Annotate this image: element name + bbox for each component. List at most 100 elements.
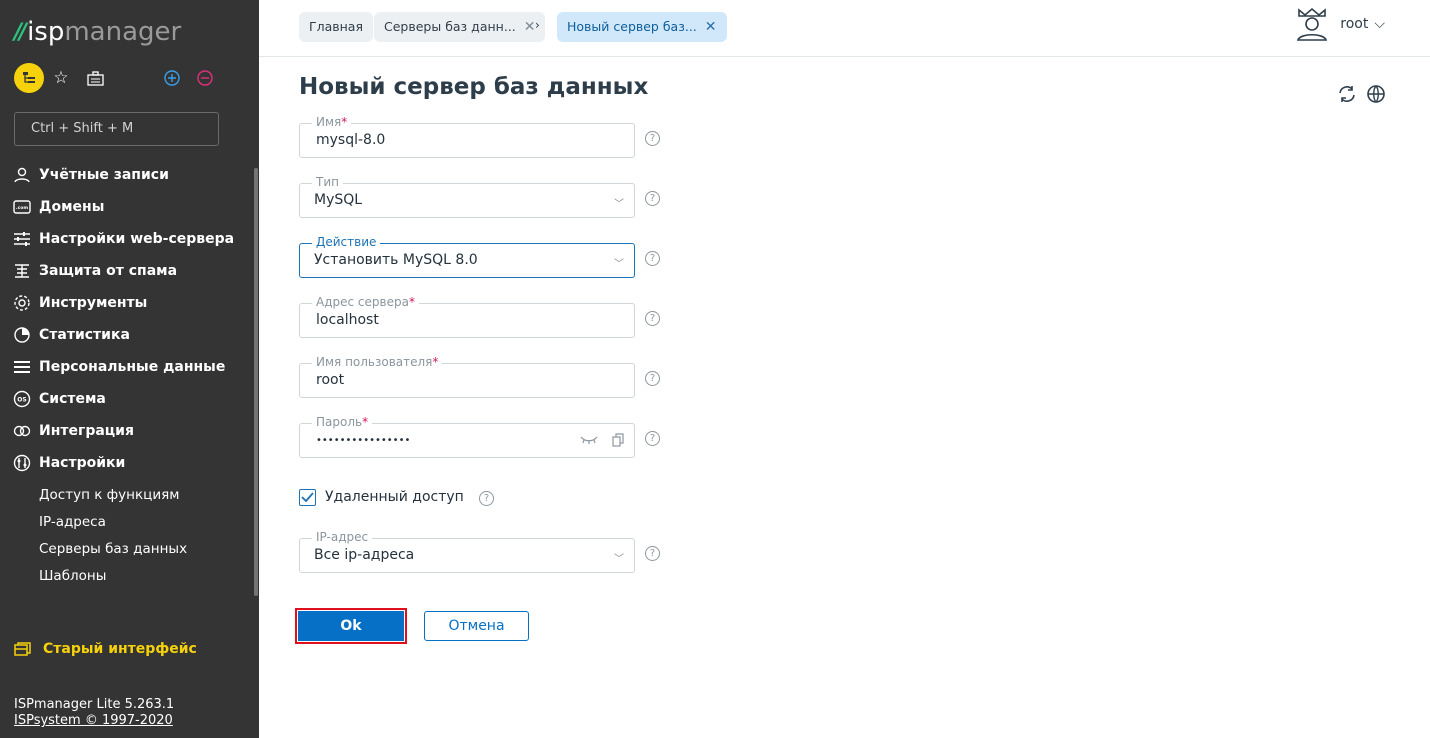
settings-icon: [13, 454, 31, 472]
globe-icon[interactable]: [1366, 84, 1386, 104]
type-select[interactable]: Тип MySQL ﹀: [299, 175, 635, 218]
sidebar-item-spam[interactable]: Защита от спама: [13, 255, 249, 287]
sidebar-subitem-templates[interactable]: Шаблоны: [13, 563, 249, 590]
gear-icon: [14, 295, 30, 311]
page-title: Новый сервер баз данных: [299, 74, 649, 100]
help-icon[interactable]: ?: [645, 251, 660, 266]
sidebar-item-accounts[interactable]: Учётные записи: [13, 159, 249, 191]
sidebar-search-input[interactable]: Ctrl + Shift + M: [14, 112, 219, 146]
domain-icon: .com: [13, 200, 31, 214]
close-icon[interactable]: ✕: [524, 12, 536, 42]
name-field[interactable]: Имя* mysql-8.0: [299, 115, 635, 158]
chevron-down-icon: ⌵: [1374, 16, 1385, 32]
svg-text:.com: .com: [16, 206, 28, 211]
logo-mark-icon: //: [14, 19, 27, 45]
server-address-field[interactable]: Адрес сервера* localhost: [299, 295, 635, 338]
chevron-down-icon: ﹀: [614, 259, 624, 270]
add-circle-icon[interactable]: [157, 63, 187, 93]
password-field[interactable]: Пароль* ••••••••••••••••: [299, 415, 635, 458]
sidebar-subitem-func-access[interactable]: Доступ к функциям: [13, 482, 249, 509]
ip-address-value: Все ip-адреса: [314, 547, 415, 563]
sidebar-item-label: Система: [39, 391, 106, 407]
sidebar: // isp manager ☆ Ctrl + Shift + M Учётные…: [0, 0, 259, 738]
spam-filter-icon: [15, 264, 29, 278]
version-text: ISPmanager Lite 5.263.1: [14, 697, 175, 712]
eye-closed-icon[interactable]: [580, 433, 598, 445]
topbar: Главная Серверы баз данн... ✕ › Новый сер…: [259, 0, 1430, 57]
sitemap-icon[interactable]: [14, 63, 44, 93]
name-label: Имя*: [312, 115, 352, 130]
help-icon[interactable]: ?: [645, 131, 660, 146]
chevron-right-icon: ›: [535, 18, 540, 32]
username-label: Имя пользователя*: [312, 355, 443, 370]
sidebar-item-stats[interactable]: Статистика: [13, 319, 249, 351]
help-icon[interactable]: ?: [479, 491, 494, 506]
sidebar-item-personal[interactable]: Персональные данные: [13, 351, 249, 383]
sidebar-item-settings[interactable]: Настройки: [13, 447, 249, 479]
help-icon[interactable]: ?: [645, 311, 660, 326]
close-icon[interactable]: ✕: [705, 12, 717, 42]
tab-home[interactable]: Главная: [299, 12, 373, 42]
sidebar-item-label: Инструменты: [39, 295, 148, 311]
action-value: Установить MySQL 8.0: [314, 252, 478, 268]
ok-button-label: Ok: [298, 611, 404, 641]
sidebar-item-domains[interactable]: .com Домены: [13, 191, 249, 223]
tab-new-db-server[interactable]: Новый сервер баз... ✕: [557, 12, 727, 42]
user-menu[interactable]: root ⌵: [1294, 6, 1385, 42]
version-info: ISPmanager Lite 5.263.1 ISPsystem © 1997…: [14, 697, 174, 729]
sidebar-item-label: Учётные записи: [39, 167, 169, 183]
name-value: mysql-8.0: [316, 132, 386, 148]
sidebar-item-label: Интеграция: [39, 423, 134, 439]
sidebar-item-integration[interactable]: Интеграция: [13, 415, 249, 447]
tab-db-servers[interactable]: Серверы баз данн... ✕: [374, 12, 546, 42]
help-icon[interactable]: ?: [645, 546, 660, 561]
type-value: MySQL: [314, 192, 363, 208]
refresh-icon[interactable]: [1337, 84, 1357, 104]
sidebar-item-system[interactable]: OS Система: [13, 383, 249, 415]
sidebar-item-label: Настройки: [39, 455, 126, 471]
username-value: root: [316, 372, 345, 388]
remove-circle-icon[interactable]: [190, 63, 220, 93]
logo[interactable]: // isp manager: [14, 16, 181, 48]
tab-label: Главная: [309, 19, 363, 34]
sidebar-subitem-ip[interactable]: IP-адреса: [13, 509, 249, 536]
server-address-label: Адрес сервера*: [312, 295, 419, 310]
sidebar-item-label: Статистика: [39, 327, 130, 343]
sidebar-item-webserver[interactable]: Настройки web-сервера: [13, 223, 249, 255]
os-icon: OS: [13, 390, 31, 408]
help-icon[interactable]: ?: [645, 431, 660, 446]
old-interface-link[interactable]: Старый интерфейс: [14, 641, 197, 657]
password-value: ••••••••••••••••: [316, 435, 411, 446]
action-select[interactable]: Действие Установить MySQL 8.0 ﹀: [299, 235, 635, 278]
sidebar-subitem-db-servers[interactable]: Серверы баз данных: [13, 536, 249, 563]
chevron-down-icon: ﹀: [614, 554, 624, 565]
copy-icon[interactable]: [612, 433, 624, 447]
briefcase-icon[interactable]: [80, 63, 110, 93]
checkmark-icon: [301, 492, 314, 503]
help-icon[interactable]: ?: [645, 191, 660, 206]
copyright-link[interactable]: ISPsystem © 1997-2020: [14, 713, 174, 729]
old-interface-label: Старый интерфейс: [43, 641, 197, 657]
tab-label: Новый сервер баз...: [567, 19, 697, 34]
ok-button[interactable]: Ok: [295, 608, 407, 644]
list-icon: [14, 361, 30, 373]
sidebar-item-label: Защита от спама: [39, 263, 178, 279]
username-field[interactable]: Имя пользователя* root: [299, 355, 635, 398]
ip-address-label: IP-адрес: [312, 530, 373, 545]
sidebar-item-tools[interactable]: Инструменты: [13, 287, 249, 319]
remote-access-label[interactable]: Удаленный доступ: [325, 489, 464, 505]
cancel-button[interactable]: Отмена: [424, 611, 529, 641]
ip-address-select[interactable]: IP-адрес Все ip-адреса ﹀: [299, 530, 635, 573]
help-icon[interactable]: ?: [645, 371, 660, 386]
user-avatar-icon: [1297, 7, 1328, 41]
logo-text-manager: manager: [64, 17, 182, 47]
integration-icon: [13, 425, 31, 437]
remote-access-checkbox[interactable]: [299, 489, 316, 506]
sidebar-scrollbar[interactable]: [254, 168, 258, 596]
star-icon[interactable]: ☆: [46, 63, 76, 93]
type-label: Тип: [312, 175, 343, 190]
header-actions: [1337, 84, 1386, 104]
password-label: Пароль*: [312, 415, 373, 430]
pie-chart-icon: [14, 327, 30, 343]
sidebar-nav: Учётные записи .com Домены Настройки web…: [13, 159, 249, 590]
